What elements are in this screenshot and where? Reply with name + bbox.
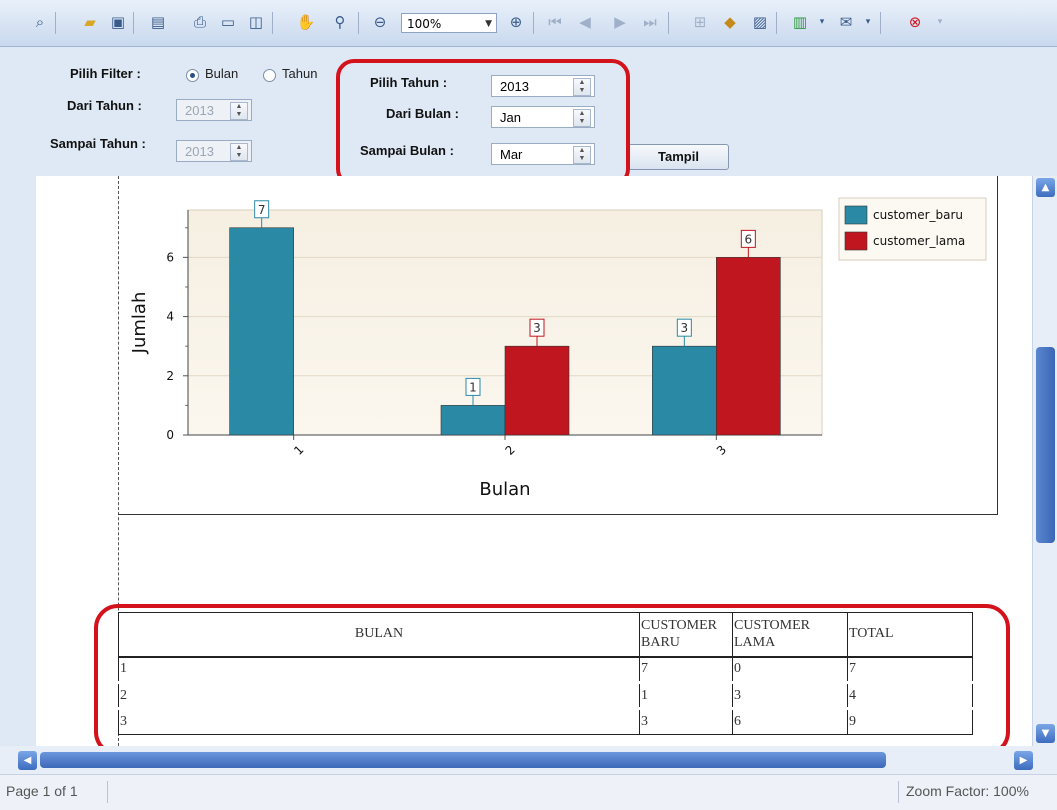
binoculars-icon[interactable]: ⌕ — [30, 12, 50, 32]
data-label: 6 — [745, 232, 753, 246]
spinner-arrows-icon[interactable]: ▲ ▼ — [230, 143, 248, 161]
zoom-out-icon[interactable]: ⊖ — [370, 12, 390, 32]
toolbar-separator — [133, 12, 134, 34]
highlight-box-filter — [336, 59, 630, 187]
bar-customer_baru — [229, 227, 294, 436]
open-folder-icon[interactable]: ▰ — [80, 12, 100, 32]
save-icon[interactable]: ▣ — [108, 12, 128, 32]
horizontal-scrollbar[interactable]: ◀ ▶ — [0, 746, 1057, 774]
toolbar-separator — [533, 12, 534, 34]
sampai-tahun-label: Sampai Tahun : — [50, 136, 146, 151]
legend-swatch — [844, 231, 868, 251]
chevron-down-icon[interactable]: ▾ — [812, 12, 832, 32]
previous-page-icon[interactable]: ◀ — [575, 12, 595, 32]
data-label: 7 — [258, 203, 266, 217]
status-bar: Page 1 of 1 Zoom Factor: 100% — [0, 774, 1057, 810]
data-label: 3 — [533, 321, 541, 335]
status-separator — [107, 781, 108, 803]
scroll-up-icon[interactable]: ▲ — [1036, 178, 1055, 197]
spinner-arrows-icon[interactable]: ▲ ▼ — [230, 102, 248, 120]
chevron-down-icon: ▾ — [937, 17, 943, 27]
bar-customer_baru — [652, 345, 717, 436]
dari-tahun-spinner[interactable]: 2013 ▲ ▼ — [176, 99, 252, 121]
multiple-pages-icon[interactable]: ⊞ — [690, 12, 710, 32]
toolbar-separator — [880, 12, 881, 34]
zoom-value: 100% — [407, 17, 442, 31]
dari-tahun-value: 2013 — [185, 103, 214, 118]
zoom-select[interactable]: 100% ▼ — [401, 13, 497, 33]
y-tick-label: 2 — [166, 369, 174, 383]
bar-customer_lama — [716, 257, 781, 436]
radio-tahun-label: Tahun — [282, 66, 318, 81]
bar-customer_lama — [504, 345, 570, 436]
next-page-icon[interactable]: ▶ — [610, 12, 630, 32]
chevron-down-icon[interactable]: ▾ — [858, 12, 878, 32]
toolbar-separator — [776, 12, 777, 34]
close-preview-icon[interactable]: ⊗ — [905, 12, 925, 32]
page-indicator: Page 1 of 1 — [6, 783, 78, 799]
export-document-icon[interactable]: ▥ — [790, 12, 810, 32]
toolbar-separator — [272, 12, 273, 34]
quick-print-icon[interactable]: ▭ — [218, 12, 238, 32]
zoom-factor: Zoom Factor: 100% — [906, 783, 1029, 799]
first-page-icon[interactable]: ⏮ — [545, 12, 565, 32]
radio-bulan-label: Bulan — [205, 66, 239, 81]
chevron-down-icon: ▼ — [485, 19, 492, 29]
background-color-icon[interactable]: ◆ — [720, 12, 740, 32]
sampai-tahun-spinner[interactable]: 2013 ▲ ▼ — [176, 140, 252, 162]
y-axis-title: Jumlah — [129, 292, 150, 355]
tampil-button[interactable]: Tampil — [628, 144, 729, 170]
scroll-right-icon[interactable]: ▶ — [1014, 751, 1033, 770]
magnifier-icon[interactable]: ⚲ — [330, 12, 350, 32]
page-setup-icon[interactable]: ▤ — [148, 12, 168, 32]
watermark-icon[interactable]: ▨ — [750, 12, 770, 32]
export-icon[interactable]: ◫ — [246, 12, 266, 32]
last-page-icon[interactable]: ⏭ — [640, 12, 660, 32]
radio-tahun[interactable] — [263, 69, 276, 82]
dari-tahun-label: Dari Tahun : — [67, 98, 142, 113]
x-tick-label: 1 — [291, 443, 306, 458]
hand-tool-icon[interactable]: ✋ — [296, 12, 316, 32]
x-axis-title: Bulan — [479, 479, 530, 500]
bar-chart: 0 2 4 6 1 7 2 1 3 3 3 6 Bulan Jumlah customer_barucust… — [129, 197, 987, 500]
vertical-scrollbar[interactable]: ▲ ▼ — [1032, 176, 1057, 746]
y-tick-label: 4 — [166, 310, 174, 324]
data-label: 3 — [681, 321, 689, 335]
horizontal-scroll-thumb[interactable] — [40, 752, 886, 768]
status-separator — [898, 781, 899, 803]
toolbar-separator — [358, 12, 359, 34]
legend-swatch — [844, 205, 868, 225]
pilih-filter-label: Pilih Filter : — [70, 66, 141, 81]
legend-label: customer_baru — [873, 208, 963, 222]
toolbar: ⌕ ▰ ▣ ▤ ⎙ ▭ ◫ ✋ ⚲ ⊖ 100% ▼ ⊕ ⏮ ◀ ▶ ⏭ ⊞ ◆… — [0, 0, 1057, 47]
sampai-tahun-value: 2013 — [185, 144, 214, 159]
send-email-icon[interactable]: ✉ — [836, 12, 856, 32]
y-tick-label: 0 — [166, 428, 174, 442]
zoom-in-icon[interactable]: ⊕ — [506, 12, 526, 32]
bar-customer_baru — [440, 405, 506, 436]
vertical-scroll-thumb[interactable] — [1036, 347, 1055, 543]
toolbar-separator — [668, 12, 669, 34]
y-tick-label: 6 — [166, 250, 174, 264]
data-label: 1 — [469, 380, 477, 394]
legend-label: customer_lama — [873, 234, 965, 248]
scroll-left-icon[interactable]: ◀ — [18, 751, 37, 770]
highlight-box-table — [94, 604, 1010, 756]
x-tick-label: 3 — [714, 443, 729, 458]
toolbar-separator — [55, 12, 56, 34]
radio-bulan[interactable] — [186, 69, 199, 82]
scroll-down-icon[interactable]: ▼ — [1036, 724, 1055, 743]
x-tick-label: 2 — [503, 443, 518, 458]
print-icon[interactable]: ⎙ — [190, 12, 210, 32]
